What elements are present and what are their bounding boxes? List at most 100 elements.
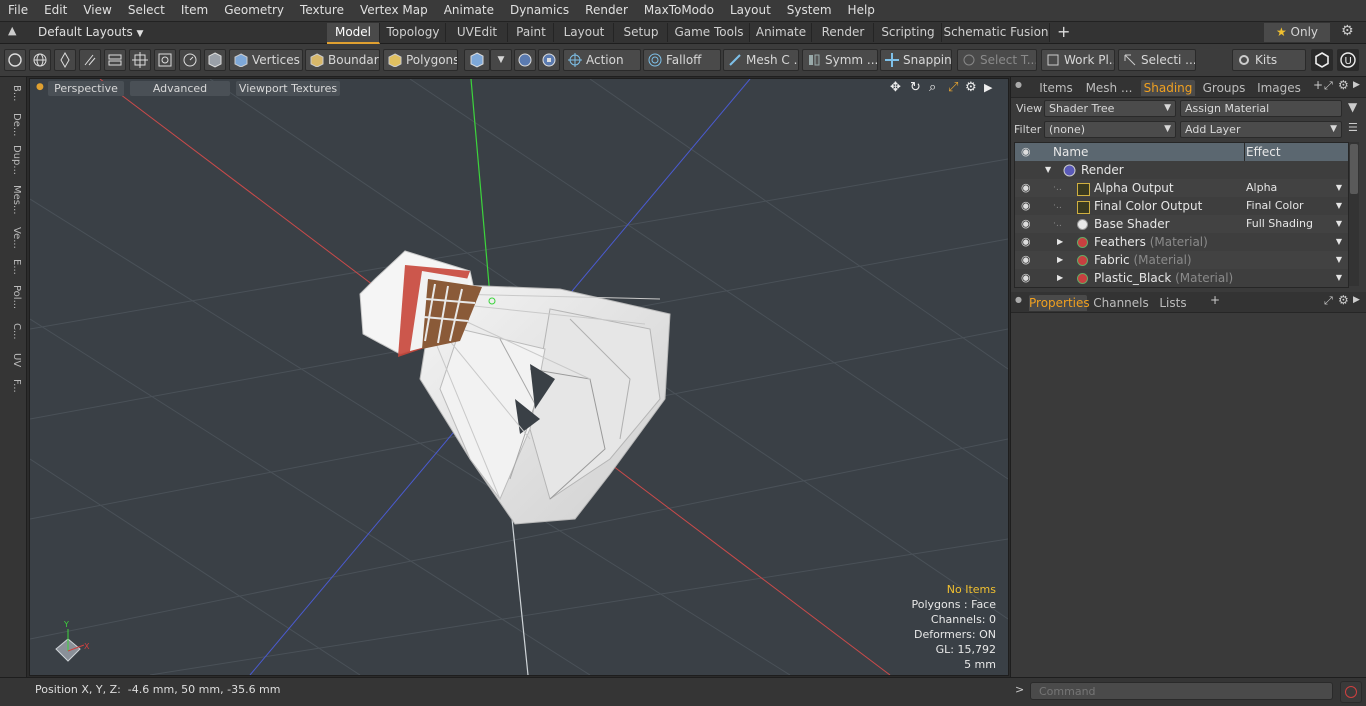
add-tab-plus-icon[interactable]: + [1313, 78, 1323, 92]
globe-icon[interactable] [29, 49, 51, 71]
tree-row-plastic-black[interactable]: ◉ ▶ Plastic_Black (Material) ▼ [1015, 269, 1348, 287]
advanced-button[interactable]: Advanced [130, 81, 230, 96]
effect-dropdown-arrow-icon[interactable]: ▼ [1336, 269, 1342, 287]
vtab-uv[interactable]: UV [4, 353, 22, 367]
tree-row-final-color-output[interactable]: ◉ ·‥ Final Color Output Final Color ▼ [1015, 197, 1348, 215]
clock-icon[interactable] [179, 49, 201, 71]
mesh-constraint-button[interactable]: Mesh C ... [723, 49, 799, 71]
select-through-button[interactable]: Select T... [957, 49, 1037, 71]
tab-layout[interactable]: Layout [555, 23, 614, 42]
tab-items[interactable]: Items [1033, 80, 1079, 96]
viewport-gear-icon[interactable]: ⚙ [965, 80, 977, 95]
panel-menu-arrow-icon[interactable]: ▶ [1353, 295, 1360, 305]
menu-maxtomodo[interactable]: MaxToModo [636, 0, 722, 21]
eye-icon[interactable]: ◉ [1021, 233, 1035, 251]
symmetry-button[interactable]: Symm ... [802, 49, 878, 71]
menu-dynamics[interactable]: Dynamics [502, 0, 577, 21]
eye-icon[interactable]: ◉ [1021, 215, 1035, 233]
move-view-icon[interactable]: ✥ [890, 80, 901, 95]
vertices-button[interactable]: Vertices [229, 49, 303, 71]
menu-vertex-map[interactable]: Vertex Map [352, 0, 436, 21]
menu-view[interactable]: View [75, 0, 119, 21]
rotate-view-icon[interactable]: ↻ [910, 80, 921, 95]
tab-channels[interactable]: Channels [1093, 295, 1149, 311]
effect-dropdown-arrow-icon[interactable]: ▼ [1336, 251, 1342, 269]
boundary-button[interactable]: Boundary [305, 49, 380, 71]
tree-row-effect[interactable]: Alpha [1246, 179, 1277, 197]
tab-scripting[interactable]: Scripting [875, 23, 942, 42]
3d-viewport[interactable]: Y X ● Perspective Advanced Viewport Text… [29, 78, 1009, 676]
vtab-curve[interactable]: C... [4, 323, 22, 340]
perspective-button[interactable]: Perspective [48, 81, 124, 96]
gear-icon[interactable]: ⚙ [1341, 23, 1354, 39]
falloff-button[interactable]: Falloff [643, 49, 721, 71]
sphere-select-icon[interactable] [514, 49, 536, 71]
record-button[interactable] [1340, 681, 1362, 703]
tree-row-base-shader[interactable]: ◉ ·‥ Base Shader Full Shading ▼ [1015, 215, 1348, 233]
polygons-button[interactable]: Polygons [383, 49, 458, 71]
tree-scrollbar[interactable] [1349, 142, 1359, 286]
tree-row-alpha-output[interactable]: ◉ ·‥ Alpha Output Alpha ▼ [1015, 179, 1348, 197]
tree-row-render[interactable]: ▼ Render [1015, 161, 1348, 179]
panel-menu-arrow-icon[interactable]: ▶ [1353, 80, 1360, 90]
menu-layout[interactable]: Layout [722, 0, 779, 21]
tree-row-feathers[interactable]: ◉ ▶ Feathers (Material) ▼ [1015, 233, 1348, 251]
expand-arrow-icon[interactable]: ▶ [1057, 233, 1063, 251]
tab-images[interactable]: Images [1253, 80, 1305, 96]
eye-icon[interactable]: ◉ [1021, 197, 1035, 215]
col-name-header[interactable]: Name [1053, 143, 1088, 161]
select-circle-icon[interactable] [4, 49, 26, 71]
vtab-deform[interactable]: De... [4, 113, 22, 136]
menu-help[interactable]: Help [840, 0, 883, 21]
list-options-icon[interactable]: ☰ [1348, 121, 1358, 134]
brush-icon[interactable] [79, 49, 101, 71]
tree-row-effect[interactable]: Final Color [1246, 197, 1304, 215]
eye-icon[interactable]: ◉ [1021, 251, 1035, 269]
view-dropdown[interactable]: Shader Tree ▼ [1044, 100, 1176, 117]
add-tab-plus-icon[interactable]: + [1210, 293, 1220, 307]
tab-mesh[interactable]: Mesh ... [1083, 80, 1135, 96]
command-input[interactable] [1030, 682, 1333, 700]
item-mode-icon[interactable] [464, 49, 490, 71]
solid-cube-icon[interactable] [204, 49, 226, 71]
panel-gear-icon[interactable]: ⚙ [1338, 293, 1349, 307]
add-tab-icon[interactable]: + [1057, 22, 1070, 41]
menu-render[interactable]: Render [577, 0, 636, 21]
viewport-menu-arrow-icon[interactable]: ▶ [984, 81, 992, 94]
viewport-dot-icon[interactable]: ● [36, 82, 44, 92]
filter-funnel-icon[interactable]: ▼ [1348, 100, 1357, 114]
menu-animate[interactable]: Animate [436, 0, 502, 21]
center-icon[interactable] [129, 49, 151, 71]
up-arrow-icon[interactable]: ▲ [8, 24, 16, 37]
tree-row-fabric[interactable]: ◉ ▶ Fabric (Material) ▼ [1015, 251, 1348, 269]
tab-groups[interactable]: Groups [1199, 80, 1249, 96]
tab-animate[interactable]: Animate [751, 23, 812, 42]
eye-icon[interactable]: ◉ [1021, 179, 1035, 197]
action-center-button[interactable]: Action [563, 49, 641, 71]
menu-system[interactable]: System [779, 0, 840, 21]
unity-icon[interactable] [1311, 49, 1333, 71]
zoom-view-icon[interactable]: ⌕ [929, 80, 936, 95]
tab-uvedit[interactable]: UVEdit [447, 23, 508, 42]
layout-selector[interactable]: Default Layouts ▼ [38, 25, 143, 39]
panel-dot-icon[interactable]: ● [1015, 80, 1022, 89]
effect-dropdown-arrow-icon[interactable]: ▼ [1336, 215, 1342, 233]
eye-icon[interactable]: ◉ [1021, 269, 1035, 287]
effect-dropdown-arrow-icon[interactable]: ▼ [1336, 233, 1342, 251]
selection-sets-button[interactable]: Selecti ... [1118, 49, 1196, 71]
vtab-mesh-edit[interactable]: Mes... [4, 185, 22, 215]
align-icon[interactable] [104, 49, 126, 71]
pen-tool-icon[interactable] [54, 49, 76, 71]
sphere-lock-icon[interactable] [538, 49, 560, 71]
vtab-vertex[interactable]: Ve... [4, 227, 22, 249]
expand-arrow-icon[interactable]: ▶ [1057, 269, 1063, 287]
tree-scroll-thumb[interactable] [1350, 144, 1358, 194]
menu-select[interactable]: Select [120, 0, 173, 21]
col-effect-header[interactable]: Effect [1246, 143, 1281, 161]
work-plane-button[interactable]: Work Pl... [1041, 49, 1115, 71]
expand-panel-icon[interactable]: ⤢ [1324, 294, 1333, 308]
snapping-button[interactable]: Snapping [880, 49, 952, 71]
vtab-basic[interactable]: B... [4, 85, 22, 101]
viewport-scene[interactable]: Y X [30, 79, 1008, 675]
panel-gear-icon[interactable]: ⚙ [1338, 78, 1349, 92]
